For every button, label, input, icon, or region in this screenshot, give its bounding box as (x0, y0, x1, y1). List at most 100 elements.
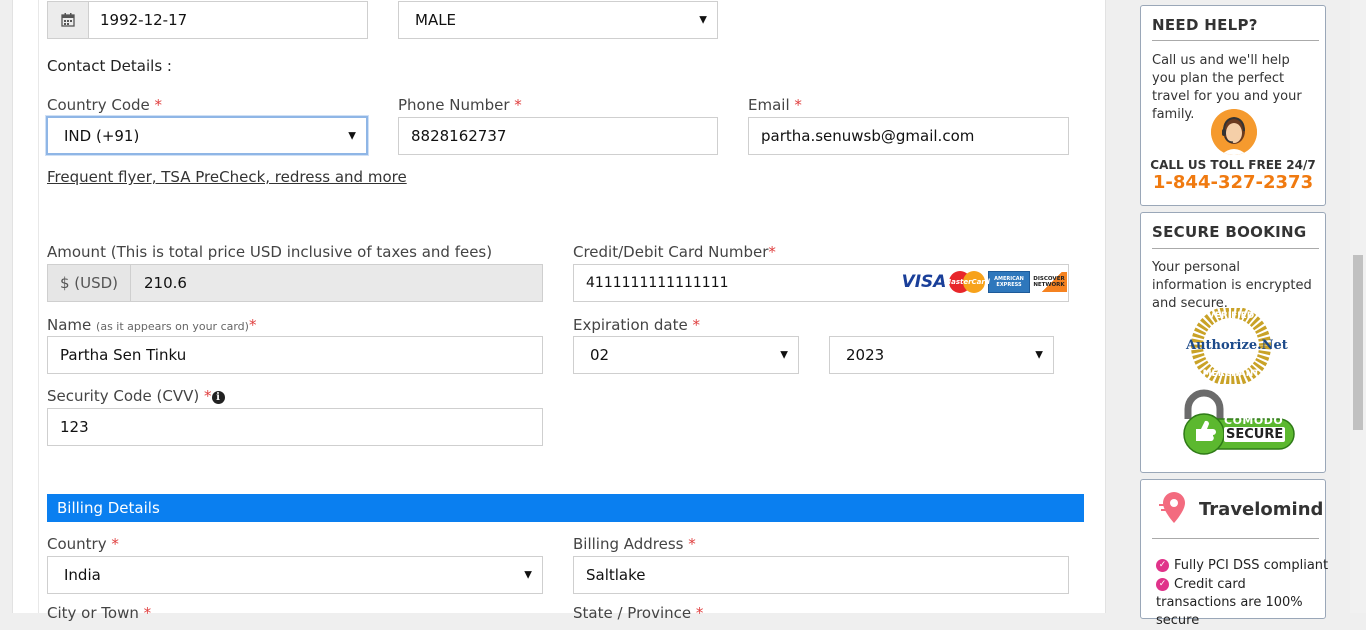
billing-details-header: Billing Details (47, 494, 1084, 522)
secure-booking-text: Your personal information is encrypted a… (1152, 260, 1312, 311)
page-left-margin (0, 0, 12, 613)
dob-field[interactable]: 1992-12-17 (47, 1, 368, 39)
billing-address-value: Saltlake (586, 566, 646, 584)
cvv-value: 123 (60, 418, 89, 436)
check-icon: ✓ (1156, 578, 1169, 591)
chevron-down-icon: ▼ (1035, 349, 1043, 361)
required-mark: * (154, 96, 163, 114)
phone-value: 8828162737 (411, 127, 507, 145)
sidebar: NEED HELP? Call us and we'll help you pl… (1118, 0, 1350, 628)
exp-year-value: 2023 (846, 346, 885, 364)
required-mark: * (204, 387, 212, 405)
chevron-down-icon: ▼ (348, 130, 356, 141)
expiration-label: Expiration date * (573, 316, 700, 334)
booking-form-panel: 1992-12-17 MALE ▼ Contact Details : Coun… (12, 0, 1106, 622)
required-mark: * (514, 96, 522, 114)
name-hint: (as it appears on your card) (96, 320, 249, 333)
authorize-verified-text: VERIFIED (1207, 311, 1255, 321)
cardholder-name-input[interactable]: Partha Sen Tinku (47, 336, 543, 374)
discover-logo: DISCOVER NETWORK (1031, 272, 1067, 292)
info-icon[interactable]: i (211, 391, 225, 404)
dob-value: 1992-12-17 (100, 11, 188, 29)
need-help-title: NEED HELP? (1152, 16, 1258, 34)
billing-address-label: Billing Address * (573, 535, 696, 553)
toll-free-label: CALL US TOLL FREE 24/7 (1150, 158, 1316, 172)
divider (1152, 248, 1319, 249)
required-mark: * (692, 316, 701, 334)
vertical-scrollbar[interactable] (1350, 0, 1366, 613)
travelomind-brand-name: Travelomind (1199, 499, 1324, 520)
required-mark: * (248, 316, 257, 334)
phone-label: Phone Number * (398, 96, 522, 114)
cardholder-name-value: Partha Sen Tinku (60, 346, 187, 364)
amount-label: Amount (This is total price USD inclusiv… (47, 243, 493, 261)
authorize-merchant-text: MERCHANT (1202, 369, 1260, 379)
required-mark: * (688, 535, 696, 553)
city-label-text: City or Town (47, 604, 139, 622)
billing-address-label-text: Billing Address (573, 535, 684, 553)
gender-select[interactable]: MALE ▼ (398, 1, 718, 39)
travelomind-card: Travelomind ✓ Fully PCI DSS compliant ✓ Cr… (1140, 479, 1328, 628)
required-mark: * (695, 604, 704, 622)
check-icon: ✓ (1156, 559, 1169, 572)
card-number-label-text: Credit/Debit Card Number (573, 243, 769, 261)
required-mark: * (143, 604, 152, 622)
mastercard-logo: MasterCard (944, 271, 990, 293)
authorize-net-seal: VERIFIED Authorize.Net MERCHANT (1186, 308, 1288, 384)
name-label: Name (as it appears on your card)* (47, 316, 256, 334)
chevron-down-icon: ▼ (780, 349, 788, 361)
phone-label-text: Phone Number (398, 96, 510, 114)
state-label: State / Province * (573, 604, 703, 622)
support-phone-number[interactable]: 1-844-327-2373 (1141, 172, 1325, 193)
billing-country-value: India (64, 566, 101, 584)
phone-input[interactable]: 8828162737 (398, 117, 718, 155)
email-label-text: Email (748, 96, 790, 114)
comodo-secure-badge: COMODO SECURE (1174, 389, 1296, 455)
name-label-text: Name (47, 316, 92, 334)
feature-pci-text: Fully PCI DSS compliant (1174, 558, 1329, 573)
scrollbar-thumb[interactable] (1353, 255, 1363, 430)
exp-month-select[interactable]: 02 ▼ (573, 336, 799, 374)
expiration-label-text: Expiration date (573, 316, 688, 334)
amount-value: 210.6 (144, 274, 187, 292)
country-code-value: IND (+91) (64, 126, 140, 145)
support-agent-avatar (1211, 109, 1257, 155)
country-code-label: Country Code * (47, 96, 162, 114)
cvv-label-text: Security Code (CVV) (47, 387, 200, 405)
chevron-down-icon: ▼ (699, 14, 707, 26)
exp-year-select[interactable]: 2023 ▼ (829, 336, 1054, 374)
authorize-net-name: Authorize.Net (1186, 338, 1288, 353)
chevron-down-icon: ▼ (524, 569, 532, 581)
calendar-icon[interactable] (48, 2, 89, 38)
state-label-text: State / Province (573, 604, 692, 622)
card-number-input[interactable]: 4111111111111111 VISA MasterCard AMERICA… (573, 264, 1069, 302)
mastercard-text: MasterCard (944, 278, 990, 286)
currency-addon: $ (USD) (48, 265, 131, 301)
required-mark: * (768, 243, 776, 261)
card-number-label: Credit/Debit Card Number* (573, 243, 776, 261)
cvv-label: Security Code (CVV) * i (47, 387, 225, 405)
comodo-secure-text: SECURE (1224, 427, 1286, 442)
amount-field: $ (USD) 210.6 (47, 264, 543, 302)
country-code-select[interactable]: IND (+91) ▼ (46, 116, 368, 155)
email-input[interactable]: partha.senuwsb@gmail.com (748, 117, 1069, 155)
card-logos: VISA MasterCard AMERICAN EXPRESS DISCOVE… (902, 271, 1067, 293)
billing-country-label: Country * (47, 535, 119, 553)
card-number-value: 4111111111111111 (586, 275, 729, 291)
required-mark: * (111, 535, 119, 553)
email-value: partha.senuwsb@gmail.com (761, 127, 975, 145)
country-code-label-text: Country Code (47, 96, 150, 114)
divider (1152, 538, 1319, 539)
visa-logo: VISA (901, 272, 947, 292)
billing-country-select[interactable]: India ▼ (47, 556, 543, 594)
divider (1152, 40, 1319, 41)
exp-month-value: 02 (590, 346, 610, 364)
secure-booking-title: SECURE BOOKING (1152, 223, 1307, 241)
cvv-input[interactable]: 123 (47, 408, 543, 446)
gender-value: MALE (415, 11, 457, 29)
frequent-flyer-link[interactable]: Frequent flyer, TSA PreCheck, redress an… (47, 168, 407, 186)
contact-details-heading: Contact Details : (47, 57, 172, 75)
required-mark: * (794, 96, 802, 114)
feature-pci: ✓ Fully PCI DSS compliant (1156, 558, 1328, 573)
billing-address-input[interactable]: Saltlake (573, 556, 1069, 594)
